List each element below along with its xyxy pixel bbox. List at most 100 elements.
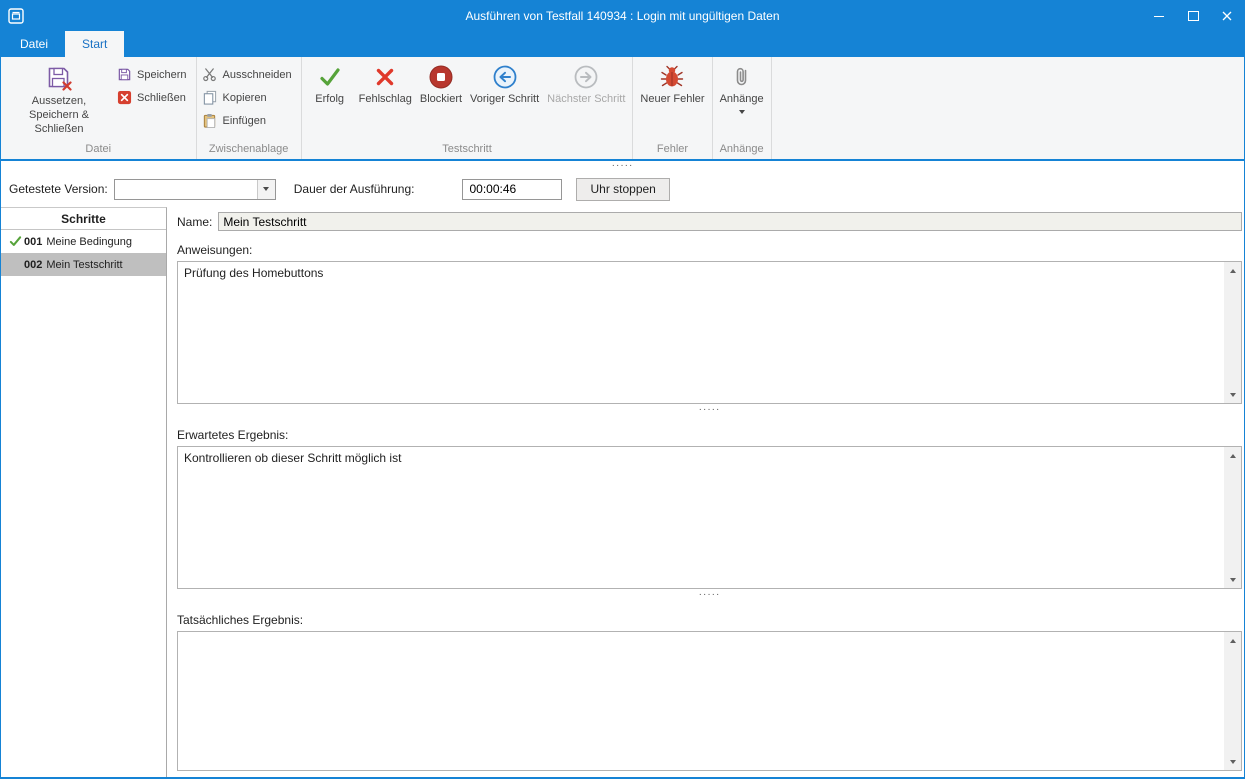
steps-panel-header: Schritte (1, 208, 166, 230)
step-detail-panel: Name: Anweisungen: Prüfung des Homebutto… (167, 207, 1244, 777)
scroll-down-button[interactable] (1224, 571, 1241, 588)
getestete-version-input[interactable] (115, 180, 257, 199)
getestete-version-label: Getestete Version: (9, 182, 108, 196)
scroll-up-button[interactable] (1224, 447, 1241, 464)
arrow-down-icon (1230, 578, 1236, 582)
group-caption-zwischenablage: Zwischenablage (197, 142, 301, 159)
blockiert-label: Blockiert (420, 93, 462, 106)
scroll-down-button[interactable] (1224, 753, 1241, 770)
ausschneiden-button[interactable]: Ausschneiden (200, 63, 298, 86)
erwartetes-ergebnis-textarea[interactable]: Kontrollieren ob dieser Schritt möglich … (178, 447, 1224, 588)
getestete-version-combobox[interactable] (114, 179, 276, 200)
erfolg-button[interactable]: Erfolg (305, 59, 355, 142)
copy-icon (202, 90, 218, 106)
close-box-icon (116, 90, 132, 106)
combobox-dropdown-button[interactable] (257, 180, 275, 199)
ribbon-splitter-handle[interactable]: ····· (1, 161, 1244, 171)
section-splitter-handle[interactable]: ····· (177, 404, 1242, 416)
group-caption-testschritt: Testschritt (302, 142, 633, 159)
schliessen-button[interactable]: Schließen (114, 86, 193, 109)
anhaenge-button[interactable]: Anhänge (716, 59, 768, 142)
step-number: 001 (24, 236, 42, 248)
title-bar: Ausführen von Testfall 140934 : Login mi… (1, 1, 1244, 31)
suspend-save-close-button[interactable]: Aussetzen, Speichern & Schließen (4, 59, 114, 142)
step-label: Meine Bedingung (46, 236, 132, 248)
blockiert-button[interactable]: Blockiert (416, 59, 466, 142)
naechster-schritt-label: Nächster Schritt (547, 93, 625, 106)
datei-small-buttons: Speichern Schließen (114, 59, 193, 142)
ribbon-group-fehler: Neuer Fehler Fehler (633, 57, 712, 159)
arrow-up-icon (1230, 454, 1236, 458)
step-label: Mein Testschritt (46, 259, 122, 271)
next-arrow-icon (571, 63, 601, 91)
window-controls (1142, 1, 1244, 31)
scroll-up-button[interactable] (1224, 262, 1241, 279)
app-icon[interactable] (8, 8, 24, 24)
stop-circle-icon (426, 63, 456, 91)
minimize-icon (1154, 16, 1164, 17)
neuer-fehler-label: Neuer Fehler (640, 93, 704, 106)
suspend-save-close-label: Aussetzen, Speichern & Schließen (6, 95, 112, 136)
ribbon-group-zwischenablage: Ausschneiden Kopieren (197, 57, 302, 159)
arrow-up-icon (1230, 639, 1236, 643)
app-window: Ausführen von Testfall 140934 : Login mi… (0, 0, 1245, 779)
step-passed-check-icon (6, 235, 24, 248)
clipboard-buttons: Ausschneiden Kopieren (200, 59, 298, 142)
scroll-up-button[interactable] (1224, 632, 1241, 649)
erwartetes-ergebnis-box: Kontrollieren ob dieser Schritt möglich … (177, 446, 1242, 589)
anhaenge-dropdown-icon (739, 110, 745, 114)
step-number: 002 (24, 259, 42, 271)
paperclip-icon (727, 63, 757, 91)
neuer-fehler-button[interactable]: Neuer Fehler (636, 59, 708, 142)
naechster-schritt-button[interactable]: Nächster Schritt (543, 59, 629, 142)
voriger-schritt-button[interactable]: Voriger Schritt (466, 59, 543, 142)
arrow-down-icon (1230, 393, 1236, 397)
success-check-icon (315, 63, 345, 91)
version-bar: Getestete Version: Dauer der Ausführung:… (1, 171, 1244, 207)
paste-icon (202, 113, 218, 129)
ribbon-group-testschritt: Erfolg Fehlschlag (302, 57, 634, 159)
anweisungen-scrollbar[interactable] (1224, 262, 1241, 403)
ribbon: Aussetzen, Speichern & Schließen Speiche… (1, 57, 1244, 161)
uhr-stoppen-button[interactable]: Uhr stoppen (576, 178, 669, 201)
dauer-label: Dauer der Ausführung: (294, 182, 415, 196)
tatsaechliches-scrollbar[interactable] (1224, 632, 1241, 770)
kopieren-button[interactable]: Kopieren (200, 86, 298, 109)
group-caption-anhaenge: Anhänge (713, 142, 771, 159)
close-icon (1222, 11, 1232, 21)
tab-datei[interactable]: Datei (3, 31, 65, 57)
speichern-button[interactable]: Speichern (114, 63, 193, 86)
section-splitter-handle[interactable]: ····· (177, 589, 1242, 601)
prev-arrow-icon (490, 63, 520, 91)
step-item-002[interactable]: 002 Mein Testschritt (1, 253, 166, 276)
maximize-icon (1188, 11, 1199, 21)
arrow-down-icon (1230, 760, 1236, 764)
scroll-down-button[interactable] (1224, 386, 1241, 403)
schliessen-label: Schließen (137, 92, 186, 104)
minimize-button[interactable] (1142, 1, 1176, 31)
step-item-001[interactable]: 001 Meine Bedingung (1, 230, 166, 253)
ribbon-group-datei: Aussetzen, Speichern & Schließen Speiche… (1, 57, 197, 159)
anweisungen-textarea[interactable]: Prüfung des Homebuttons (178, 262, 1224, 403)
name-input[interactable] (218, 212, 1242, 231)
save-suspend-icon (44, 64, 74, 92)
maximize-button[interactable] (1176, 1, 1210, 31)
main-area: Schritte 001 Meine Bedingung 002 Mein Te… (1, 207, 1244, 777)
voriger-schritt-label: Voriger Schritt (470, 93, 539, 106)
tatsaechliches-ergebnis-textarea[interactable] (178, 632, 1224, 770)
tatsaechliches-ergebnis-box (177, 631, 1242, 771)
dauer-input[interactable] (462, 179, 562, 200)
bug-icon (657, 63, 687, 91)
erwartetes-scrollbar[interactable] (1224, 447, 1241, 588)
fehlschlag-button[interactable]: Fehlschlag (355, 59, 416, 142)
speichern-label: Speichern (137, 69, 187, 81)
ribbon-group-anhaenge: Anhänge Anhänge (713, 57, 772, 159)
erfolg-label: Erfolg (315, 93, 344, 106)
close-button[interactable] (1210, 1, 1244, 31)
tab-start[interactable]: Start (65, 31, 124, 57)
fehlschlag-label: Fehlschlag (359, 93, 412, 106)
einfuegen-button[interactable]: Einfügen (200, 109, 298, 132)
ausschneiden-label: Ausschneiden (223, 69, 292, 81)
scissors-icon (202, 67, 218, 83)
anweisungen-label: Anweisungen: (177, 243, 1242, 257)
